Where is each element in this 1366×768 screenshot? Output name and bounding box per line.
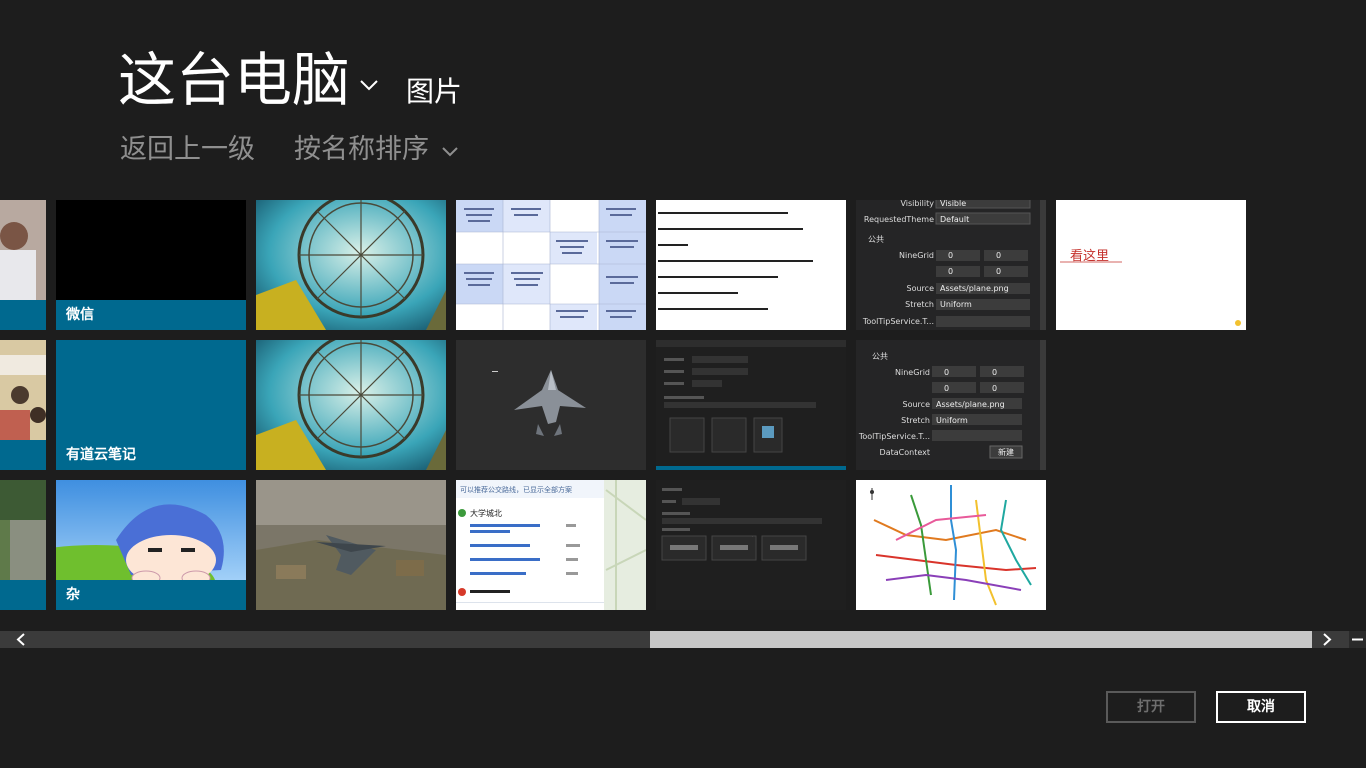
folder-tile-youdao[interactable]: 有道云笔记 [56, 340, 246, 470]
ferris-wheel-image [256, 200, 446, 330]
map-stop-text: 大学城北 [470, 508, 502, 518]
photo-thumbnail[interactable] [0, 340, 46, 470]
vs-tooltip-label: ToolTipService.T... [858, 432, 930, 441]
folder-label: 杂 [56, 580, 246, 610]
vs-tooltip-label: ToolTipService.T... [862, 317, 934, 326]
scroll-left-arrow-icon[interactable] [13, 631, 30, 648]
chevron-down-icon[interactable] [440, 142, 460, 162]
settings-screen-image [656, 480, 846, 610]
text-document-image [656, 200, 846, 330]
vs-theme-label: RequestedTheme [864, 215, 934, 224]
photo-thumbnail[interactable] [256, 340, 446, 470]
image-thumbnail[interactable] [656, 340, 846, 470]
folder-tile-wechat[interactable]: 微信 [56, 200, 246, 330]
minus-icon[interactable] [1349, 631, 1366, 648]
vs-common-label: 公共 [872, 352, 888, 361]
vs-source-label: Source [907, 284, 935, 293]
settings-screen-image [656, 340, 846, 470]
horizontal-scrollbar-thumb[interactable] [650, 631, 1312, 648]
cancel-button[interactable]: 取消 [1216, 691, 1306, 723]
vs-visibility-value: Visible [940, 200, 966, 208]
vs-zero-value: 0 [992, 368, 997, 377]
photo-image [0, 200, 46, 330]
photo-thumbnail[interactable] [0, 200, 46, 330]
vs-zero-value: 0 [996, 251, 1001, 260]
image-thumbnail[interactable]: 看这里 [1056, 200, 1246, 330]
property-panel-image: Visibility Visible RequestedTheme Defaul… [856, 200, 1046, 330]
subway-map-image [856, 480, 1046, 610]
photo-thumbnail[interactable] [0, 480, 46, 610]
vs-common-label: 公共 [868, 235, 884, 244]
vs-ninegrid-label: NineGrid [899, 251, 934, 260]
vs-zero-value: 0 [948, 267, 953, 276]
location-title[interactable]: 这台电脑 [118, 44, 350, 116]
jet-render-image [456, 340, 646, 470]
open-button[interactable]: 打开 [1106, 691, 1196, 723]
jet-battlefield-image [256, 480, 446, 610]
vs-new-button: 新建 [998, 447, 1014, 457]
vs-zero-value: 0 [992, 384, 997, 393]
image-thumbnail[interactable] [656, 200, 846, 330]
property-panel-image: 公共 NineGrid 0 0 0 0 Source Assets/plane.… [856, 340, 1046, 470]
photo-image [0, 340, 46, 470]
vs-ninegrid-label: NineGrid [895, 368, 930, 377]
vs-stretch-value: Uniform [940, 300, 972, 309]
vs-zero-value: 0 [996, 267, 1001, 276]
folder-label: 微信 [56, 300, 246, 330]
vs-source-label: Source [903, 400, 931, 409]
vs-zero-value: 0 [948, 251, 953, 260]
note-image: 看这里 [1056, 200, 1246, 330]
sort-dropdown[interactable]: 按名称排序 [294, 130, 429, 170]
ferris-wheel-image [256, 340, 446, 470]
map-header-text: 可以推荐公交路线，已显示全部方案 [460, 485, 572, 494]
location-subtitle: 图片 [406, 75, 463, 108]
scroll-right-arrow-icon[interactable] [1318, 631, 1335, 648]
vs-stretch-value: Uniform [936, 416, 968, 425]
vs-zero-value: 0 [944, 368, 949, 377]
vs-zero-value: 0 [944, 384, 949, 393]
image-thumbnail[interactable]: 公共 NineGrid 0 0 0 0 Source Assets/plane.… [856, 340, 1046, 470]
photo-thumbnail[interactable] [256, 200, 446, 330]
map-route-image: 可以推荐公交路线，已显示全部方案 大学城北 [456, 480, 646, 610]
vs-datacontext-label: DataContext [880, 448, 930, 457]
image-thumbnail[interactable] [656, 480, 846, 610]
vs-stretch-label: Stretch [905, 300, 934, 309]
chevron-down-icon[interactable] [358, 74, 380, 96]
vs-stretch-label: Stretch [901, 416, 930, 425]
image-thumbnail[interactable] [456, 200, 646, 330]
folder-label: 有道云笔记 [56, 440, 246, 470]
photo-thumbnail[interactable] [256, 480, 446, 610]
folder-tile-misc[interactable]: 杂 [56, 480, 246, 610]
back-button[interactable]: 返回上一级 [120, 130, 255, 170]
photo-image [0, 480, 46, 610]
image-thumbnail[interactable]: 可以推荐公交路线，已显示全部方案 大学城北 [456, 480, 646, 610]
vs-visibility-label: Visibility [900, 200, 934, 208]
image-thumbnail[interactable] [456, 340, 646, 470]
image-thumbnail[interactable]: Visibility Visible RequestedTheme Defaul… [856, 200, 1046, 330]
vs-source-value: Assets/plane.png [940, 284, 1009, 293]
vs-theme-value: Default [940, 215, 969, 224]
vs-source-value: Assets/plane.png [936, 400, 1005, 409]
schedule-table-image [456, 200, 646, 330]
image-thumbnail[interactable] [856, 480, 1046, 610]
